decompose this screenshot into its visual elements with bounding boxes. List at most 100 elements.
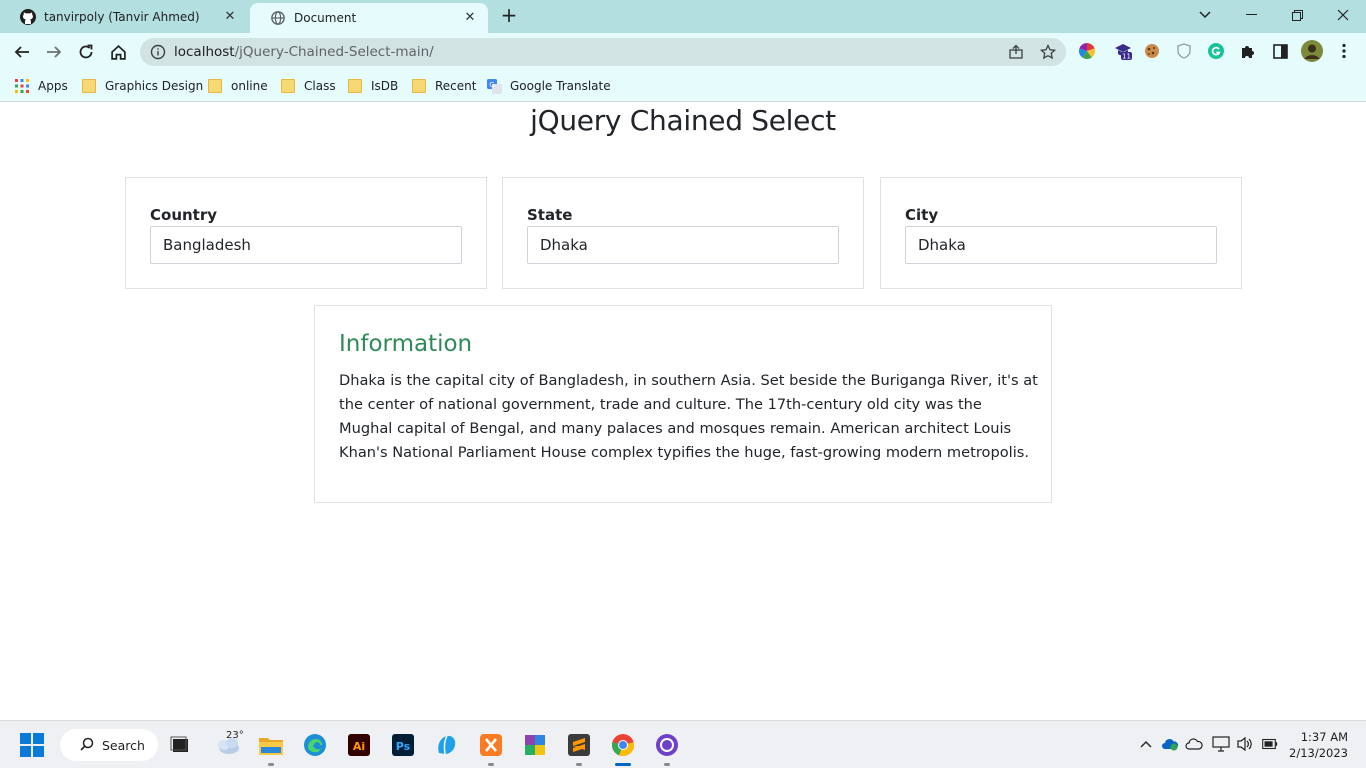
github-desktop-icon[interactable]: [655, 733, 679, 757]
country-select[interactable]: Bangladesh: [150, 226, 462, 264]
svg-text:Ps: Ps: [396, 740, 411, 753]
city-label: City: [905, 206, 939, 224]
windows-taskbar: Search 23° Ai Ps 1:37 AM 2/13/2023: [0, 720, 1366, 768]
bookmark-google-translate[interactable]: G Google Translate: [487, 77, 611, 95]
cloud-icon[interactable]: [1185, 735, 1203, 753]
country-card: Country Bangladesh: [125, 177, 487, 289]
side-panel-icon[interactable]: [1271, 42, 1289, 60]
site-info-icon[interactable]: [150, 44, 166, 60]
svg-text:G: G: [489, 81, 494, 89]
bookmark-apps[interactable]: Apps: [15, 77, 68, 95]
new-tab-button[interactable]: +: [498, 5, 520, 27]
tab-github[interactable]: tanvirpoly (Tanvir Ahmed) ✕: [0, 0, 248, 33]
bookmark-star-icon[interactable]: [1039, 43, 1057, 60]
photoshop-icon[interactable]: Ps: [391, 733, 415, 757]
page-title: jQuery Chained Select: [530, 104, 836, 137]
address-bar[interactable]: localhost/jQuery-Chained-Select-main/: [140, 38, 1066, 66]
task-view-icon[interactable]: [168, 733, 192, 757]
city-card: City Dhaka: [880, 177, 1242, 289]
chrome-icon[interactable]: [611, 733, 635, 757]
folder-icon: [281, 79, 295, 93]
more-menu-icon[interactable]: [1335, 42, 1353, 60]
show-hidden-icons-chevron-icon[interactable]: [1137, 735, 1155, 753]
bookmark-graphics-design[interactable]: Graphics Design: [82, 77, 203, 95]
back-arrow-icon[interactable]: [10, 40, 34, 64]
grammarly-extension-icon[interactable]: [1207, 42, 1225, 60]
restore-icon[interactable]: [1274, 0, 1320, 30]
information-card: Information Dhaka is the capital city of…: [314, 305, 1052, 503]
tab-title: tanvirpoly (Tanvir Ahmed): [44, 9, 200, 24]
battery-icon[interactable]: [1260, 735, 1278, 753]
svg-text:Ai: Ai: [353, 740, 365, 753]
running-indicator: [488, 763, 494, 766]
information-text: Dhaka is the capital city of Bangladesh,…: [339, 372, 1038, 461]
url-text: localhost/jQuery-Chained-Select-main/: [174, 44, 434, 60]
running-indicator: [664, 763, 670, 766]
bookmark-isdb[interactable]: IsDB: [348, 77, 398, 95]
bookmark-label: Google Translate: [510, 79, 611, 93]
illustrator-icon[interactable]: Ai: [347, 733, 371, 757]
url-host: localhost: [174, 44, 235, 60]
folder-icon: [348, 79, 362, 93]
extension-badge: 11: [1122, 53, 1131, 61]
city-select[interactable]: Dhaka: [905, 226, 1217, 264]
url-path: /jQuery-Chained-Select-main/: [234, 44, 434, 60]
share-icon[interactable]: [1008, 44, 1024, 60]
weather-temperature: 23°: [226, 730, 244, 741]
information-heading: Information: [339, 331, 473, 357]
graduation-cap-extension-icon[interactable]: 11: [1112, 42, 1134, 60]
clock-time: 1:37 AM: [1300, 730, 1348, 744]
edge-browser-icon[interactable]: [303, 733, 327, 757]
state-select[interactable]: Dhaka: [527, 226, 839, 264]
state-label: State: [527, 206, 573, 224]
network-icon[interactable]: [1212, 735, 1230, 753]
close-icon[interactable]: ✕: [222, 9, 238, 25]
github-icon: [20, 8, 36, 25]
file-explorer-icon[interactable]: [259, 733, 283, 757]
taskbar-search-button[interactable]: Search: [60, 729, 158, 761]
minimize-icon[interactable]: [1228, 0, 1274, 30]
bookmark-online[interactable]: online: [208, 77, 268, 95]
close-icon[interactable]: ✕: [462, 10, 478, 26]
bookmark-label: online: [231, 79, 268, 93]
puzzle-extensions-icon[interactable]: [1239, 42, 1257, 60]
globe-icon: [270, 10, 286, 26]
bookmarks-bar: Apps Graphics Design online Class IsDB R…: [0, 71, 1366, 102]
reload-icon[interactable]: [74, 40, 98, 64]
onedrive-sync-icon[interactable]: [1161, 735, 1179, 753]
xampp-icon[interactable]: [479, 733, 503, 757]
blue-app-icon[interactable]: [435, 733, 459, 757]
bookmark-class[interactable]: Class: [281, 77, 336, 95]
profile-avatar[interactable]: [1301, 40, 1323, 62]
tab-search-chevron-icon[interactable]: [1182, 0, 1228, 30]
shield-extension-icon[interactable]: [1175, 42, 1193, 60]
close-window-icon[interactable]: [1320, 0, 1366, 30]
volume-icon[interactable]: [1236, 735, 1254, 753]
folder-icon: [412, 79, 426, 93]
folder-icon: [82, 79, 96, 93]
bookmark-label: IsDB: [371, 79, 399, 93]
bookmark-label: Graphics Design: [105, 79, 204, 93]
home-icon[interactable]: [106, 40, 130, 64]
color-wheel-extension-icon[interactable]: [1078, 42, 1096, 60]
running-indicator: [576, 763, 582, 766]
folder-icon: [208, 79, 222, 93]
search-icon: [80, 737, 96, 753]
bookmark-label: Recent: [435, 79, 477, 93]
tab-document[interactable]: Document ✕: [250, 3, 488, 33]
web-page: jQuery Chained Select Country Bangladesh…: [0, 103, 1366, 719]
bookmark-label: Apps: [38, 79, 68, 93]
sublime-text-icon[interactable]: [567, 733, 591, 757]
winrar-icon[interactable]: [523, 733, 547, 757]
state-card: State Dhaka: [502, 177, 864, 289]
country-label: Country: [150, 206, 218, 224]
tab-title: Document: [294, 11, 357, 25]
active-app-indicator: [615, 763, 631, 766]
bookmark-recent[interactable]: Recent: [412, 77, 476, 95]
browser-toolbar: localhost/jQuery-Chained-Select-main/ 11: [0, 33, 1366, 71]
google-translate-icon: G: [487, 79, 502, 94]
forward-arrow-icon[interactable]: [42, 40, 66, 64]
cookie-extension-icon[interactable]: [1143, 42, 1161, 60]
windows-start-icon[interactable]: [20, 733, 44, 757]
system-clock[interactable]: 1:37 AM 2/13/2023: [1289, 729, 1348, 761]
